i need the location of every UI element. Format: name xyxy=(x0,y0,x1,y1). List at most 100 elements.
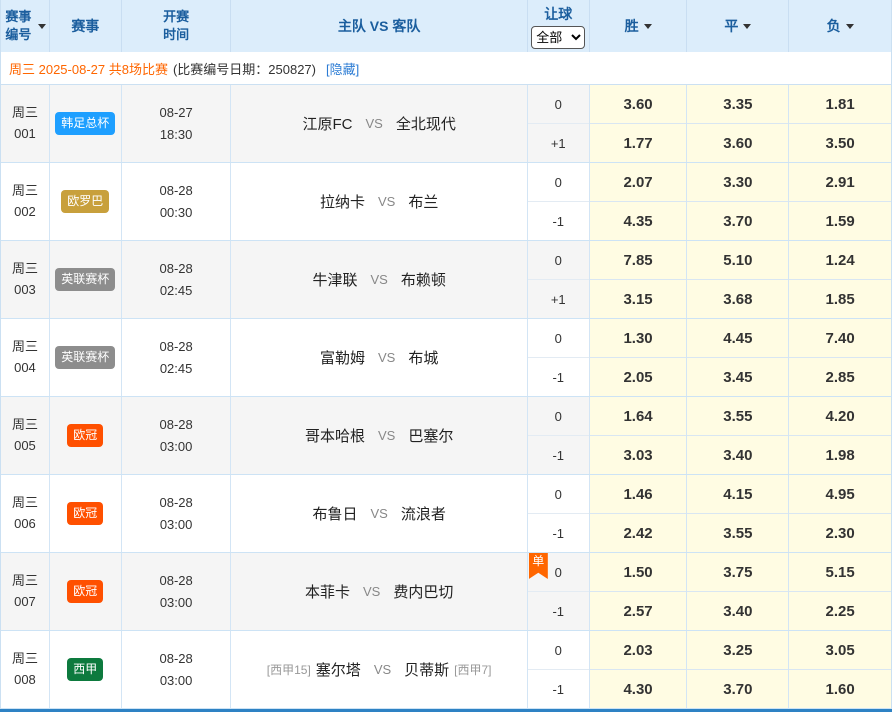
match-number-cell: 周三 008 xyxy=(1,631,50,708)
date-summary: 周三 2025-08-27 共8场比赛 xyxy=(9,59,168,78)
win-odds-line-1[interactable]: 2.57 xyxy=(590,591,687,630)
lose-dropdown-arrow-icon[interactable] xyxy=(846,24,854,29)
time-cell: 08-28 03:00 xyxy=(122,475,232,552)
win-dropdown-arrow-icon[interactable] xyxy=(644,24,652,29)
handicap-cell: 0 +1 xyxy=(528,241,590,318)
league-badge: 欧冠 xyxy=(67,424,103,446)
win-odds-line-1[interactable]: 3.03 xyxy=(590,435,687,474)
home-team: 富勒姆 xyxy=(320,347,365,368)
vs-label: VS xyxy=(370,272,387,287)
win-odds-cell: 2.03 4.30 xyxy=(590,631,688,708)
lose-odds-line-0[interactable]: 2.91 xyxy=(789,163,891,201)
draw-odds-line-1[interactable]: 3.70 xyxy=(687,201,788,240)
lose-odds-line-0[interactable]: 5.15 xyxy=(789,553,891,591)
match-date: 08-28 xyxy=(159,414,192,435)
draw-odds-line-0[interactable]: 3.55 xyxy=(687,397,788,435)
lose-odds-line-1[interactable]: 3.50 xyxy=(789,123,891,162)
match-row: 周三 003 英联赛杯 08-28 02:45 牛津联 VS 布赖顿 0 +1 … xyxy=(1,241,891,319)
draw-odds-line-1[interactable]: 3.60 xyxy=(687,123,788,162)
match-date: 08-28 xyxy=(159,570,192,591)
vs-label: VS xyxy=(370,506,387,521)
lose-odds-cell: 4.95 2.30 xyxy=(789,475,891,552)
lose-odds-line-1[interactable]: 2.25 xyxy=(789,591,891,630)
win-odds-line-0[interactable]: 1.46 xyxy=(590,475,687,513)
match-number: 005 xyxy=(14,436,36,456)
win-odds-line-1[interactable]: 3.15 xyxy=(590,279,687,318)
lose-odds-line-0[interactable]: 7.40 xyxy=(789,319,891,357)
lose-odds-cell: 1.24 1.85 xyxy=(789,241,891,318)
match-time: 03:00 xyxy=(160,514,193,535)
home-team: 塞尔塔 xyxy=(316,659,361,680)
lose-odds-line-0[interactable]: 4.20 xyxy=(789,397,891,435)
win-odds-line-0[interactable]: 3.60 xyxy=(590,85,687,123)
match-row: 周三 007 欧冠 08-28 03:00 本菲卡 VS 费内巴切 单 0 -1… xyxy=(1,553,891,631)
win-odds-line-1[interactable]: 2.05 xyxy=(590,357,687,396)
match-no-label: 赛事编号 xyxy=(3,8,33,43)
win-odds-line-0[interactable]: 1.30 xyxy=(590,319,687,357)
draw-odds-cell: 3.75 3.40 xyxy=(687,553,789,630)
draw-odds-line-1[interactable]: 3.70 xyxy=(687,669,788,708)
match-day: 周三 xyxy=(12,571,38,591)
win-odds-line-1[interactable]: 1.77 xyxy=(590,123,687,162)
lose-odds-line-1[interactable]: 2.85 xyxy=(789,357,891,396)
draw-odds-line-0[interactable]: 4.45 xyxy=(687,319,788,357)
handicap-cell: 单 0 -1 xyxy=(528,553,590,630)
handicap-cell: 0 -1 xyxy=(528,475,590,552)
win-odds-line-0[interactable]: 7.85 xyxy=(590,241,687,279)
win-label: 胜 xyxy=(625,16,639,36)
win-odds-cell: 1.64 3.03 xyxy=(590,397,688,474)
match-time: 18:30 xyxy=(160,124,193,145)
match-time: 03:00 xyxy=(160,436,193,457)
teams-cell: 拉纳卡 VS 布兰 xyxy=(231,163,527,240)
win-odds-line-0[interactable]: 1.64 xyxy=(590,397,687,435)
lose-odds-line-0[interactable]: 3.05 xyxy=(789,631,891,669)
win-odds-line-1[interactable]: 4.30 xyxy=(590,669,687,708)
draw-odds-line-0[interactable]: 5.10 xyxy=(687,241,788,279)
lose-odds-line-0[interactable]: 4.95 xyxy=(789,475,891,513)
draw-odds-line-0[interactable]: 3.25 xyxy=(687,631,788,669)
draw-odds-line-0[interactable]: 3.75 xyxy=(687,553,788,591)
draw-odds-line-0[interactable]: 3.30 xyxy=(687,163,788,201)
draw-odds-line-1[interactable]: 3.40 xyxy=(687,435,788,474)
away-team: 布兰 xyxy=(408,191,438,212)
match-day: 周三 xyxy=(12,493,38,513)
draw-odds-cell: 4.45 3.45 xyxy=(687,319,789,396)
draw-odds-line-1[interactable]: 3.40 xyxy=(687,591,788,630)
match-row: 周三 008 西甲 08-28 03:00 [西甲15] 塞尔塔 VS 贝蒂斯 … xyxy=(1,631,891,709)
lose-odds-line-1[interactable]: 1.85 xyxy=(789,279,891,318)
hide-link[interactable]: [隐藏] xyxy=(326,59,359,78)
draw-odds-line-1[interactable]: 3.55 xyxy=(687,513,788,552)
league-badge: 欧冠 xyxy=(67,502,103,524)
match-date: 08-28 xyxy=(159,336,192,357)
vs-label: VS xyxy=(374,662,391,677)
col-header-league: 赛事 xyxy=(50,0,122,52)
col-header-win: 胜 xyxy=(590,0,688,52)
draw-odds-line-0[interactable]: 4.15 xyxy=(687,475,788,513)
win-odds-line-1[interactable]: 2.42 xyxy=(590,513,687,552)
lose-odds-line-1[interactable]: 2.30 xyxy=(789,513,891,552)
handicap-filter-select[interactable]: 全部 xyxy=(531,26,585,49)
win-odds-line-1[interactable]: 4.35 xyxy=(590,201,687,240)
win-odds-line-0[interactable]: 1.50 xyxy=(590,553,687,591)
lose-odds-line-0[interactable]: 1.81 xyxy=(789,85,891,123)
lose-odds-line-1[interactable]: 1.59 xyxy=(789,201,891,240)
lose-odds-line-1[interactable]: 1.98 xyxy=(789,435,891,474)
lose-label: 负 xyxy=(827,16,841,36)
draw-odds-line-1[interactable]: 3.45 xyxy=(687,357,788,396)
handicap-line-1: -1 xyxy=(528,513,589,552)
lose-odds-line-1[interactable]: 1.60 xyxy=(789,669,891,708)
handicap-line-1: -1 xyxy=(528,669,589,708)
time-cell: 08-27 18:30 xyxy=(122,85,232,162)
win-odds-line-0[interactable]: 2.07 xyxy=(590,163,687,201)
time-cell: 08-28 03:00 xyxy=(122,553,232,630)
lose-odds-line-0[interactable]: 1.24 xyxy=(789,241,891,279)
home-rank: [西甲15] xyxy=(267,661,311,678)
match-no-dropdown-arrow-icon[interactable] xyxy=(38,24,46,29)
win-odds-line-0[interactable]: 2.03 xyxy=(590,631,687,669)
draw-odds-line-0[interactable]: 3.35 xyxy=(687,85,788,123)
match-number-cell: 周三 001 xyxy=(1,85,50,162)
draw-odds-line-1[interactable]: 3.68 xyxy=(687,279,788,318)
time-cell: 08-28 02:45 xyxy=(122,319,232,396)
draw-dropdown-arrow-icon[interactable] xyxy=(743,24,751,29)
win-odds-cell: 7.85 3.15 xyxy=(590,241,688,318)
